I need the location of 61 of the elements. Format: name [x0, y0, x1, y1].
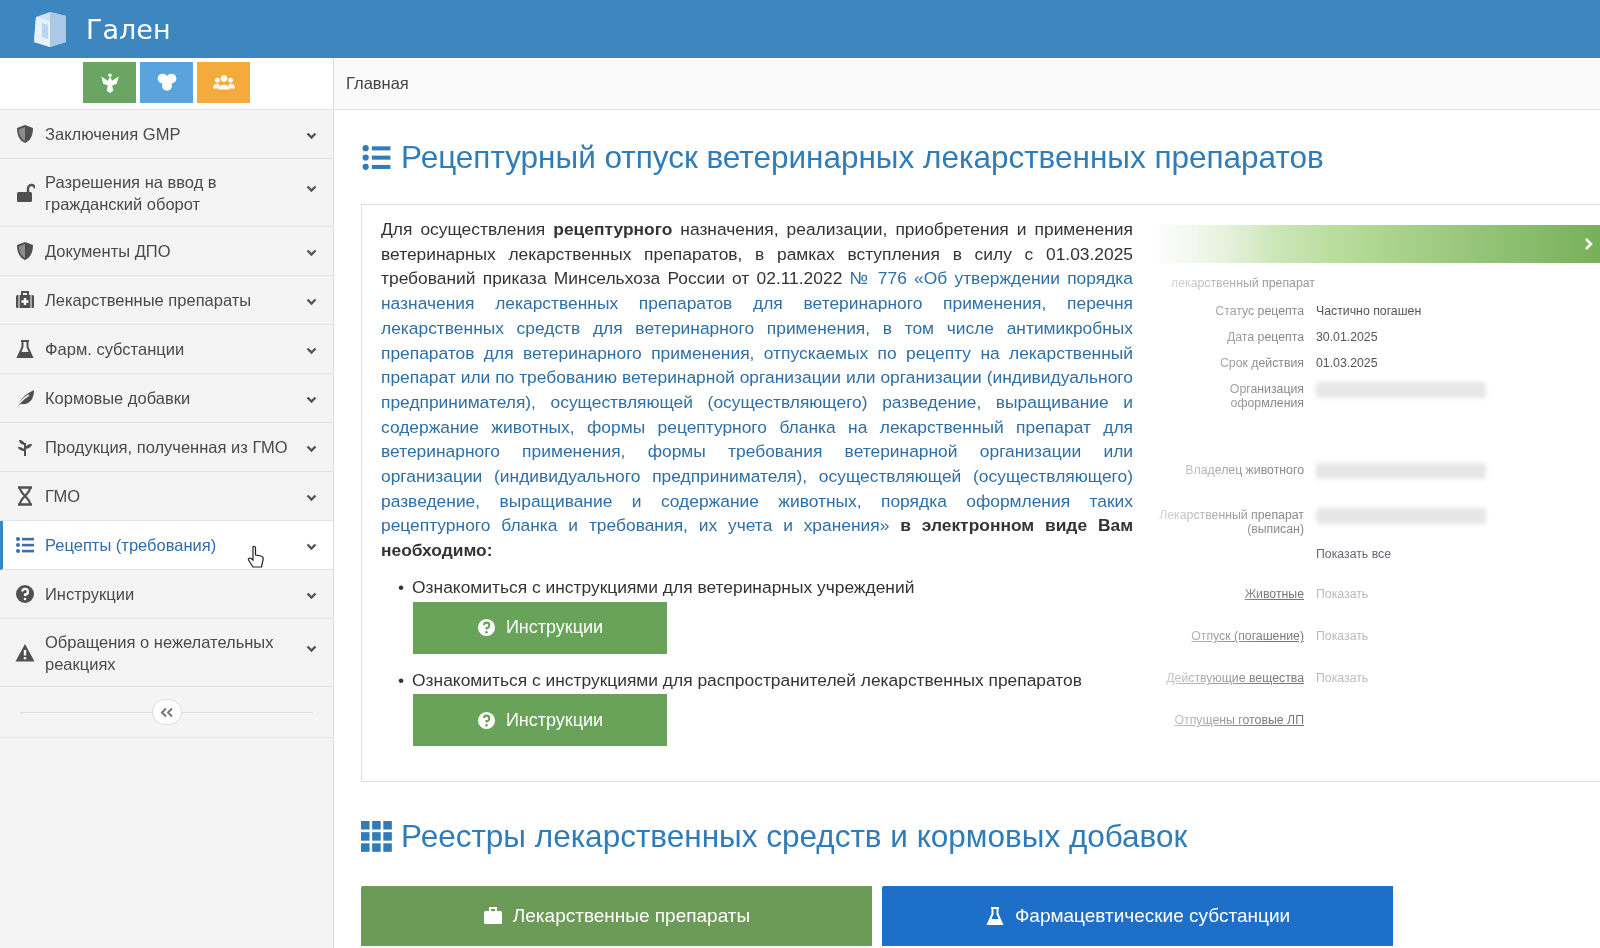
app-title: Гален [86, 13, 171, 45]
field-value: 01.03.2025 [1316, 356, 1379, 371]
shield-icon [15, 124, 35, 144]
warning-icon [15, 643, 35, 663]
registry-tile[interactable]: Лекарственные препараты [361, 886, 872, 946]
chevron-down-icon [306, 645, 317, 653]
chevron-down-icon [306, 591, 317, 600]
preview-heading: лекарственный препарат [1171, 276, 1316, 290]
section-title: Реестры лекарственных средств и кормовых добавок [401, 817, 1188, 855]
instructions-button[interactable]: Инструкции [413, 601, 667, 654]
section-link[interactable]: Животные [1159, 587, 1304, 601]
step-text: Ознакомиться с инструкциями для ветеринарных учреждений [412, 575, 915, 599]
collapse-sidebar-button[interactable] [151, 699, 182, 725]
help-icon [15, 584, 35, 604]
field-label: Владелец животного [1184, 463, 1304, 479]
instructions-button[interactable]: Инструкции [413, 694, 667, 747]
field-label: Статус рецепта [1214, 304, 1304, 319]
breadcrumb[interactable]: Главная [334, 58, 1600, 110]
show-all-link[interactable]: Показать все [1316, 547, 1600, 561]
field-label: Срок действия [1218, 356, 1304, 371]
field-label: Дата рецепта [1225, 330, 1304, 345]
double-chevron-left-icon [159, 706, 174, 718]
field-value: Частично погашен [1316, 304, 1423, 319]
chevron-right-icon [1584, 237, 1594, 251]
pointer-cursor-icon [247, 545, 265, 569]
section-title: Рецептурный отпуск ветеринарных лекарственных препаратов [401, 138, 1324, 176]
help-icon [476, 618, 496, 638]
bullet: • [398, 668, 405, 692]
quick-access-button[interactable] [83, 62, 136, 103]
help-icon [476, 710, 496, 730]
flask-icon [15, 339, 35, 359]
field-value: 30.01.2025 [1316, 330, 1379, 345]
field-label: Организация оформления [1228, 382, 1304, 412]
flask-icon [984, 906, 1005, 926]
bullet: • [398, 575, 405, 599]
leaf-icon [15, 388, 35, 408]
intro-paragraph: Для осуществления рецептурного назначения, реализации, приобретения и применения ветеринарных лекарственных препаратов, в рамках вступления в силу с 01.03.2025 требований приказа Минсельхоза России от 02.11.2022 № 776 «Об утверждении порядка назначения лекарственных препаратов для ветеринарного применения, перечня лекарственных средств для ветеринарного применения, в том числе антимикробных препаратов для ветеринарного применения, отпускаемых по рецепту на лекарственный препарат или по требованию ветеринарной организации или организации (индивидуального предпринимателя), осуществляющей (осуществляющего) разведение, выращивание и содержание животных, формы рецептурного бланка на лекарственный препарат для ветеринарного применения, формы требования ветеринарной организации или организации (индивидуального предпринимателя), осуществляющей (осуществляющего) разведение, выращивание и содержание животных, порядка оформления таких рецептурного бланка и требования, их учета и хранения» в электронном виде Вам необходимо: [381, 218, 1133, 563]
chevron-down-icon [306, 444, 317, 453]
chevron-down-icon [306, 346, 317, 355]
chevron-down-icon [306, 131, 317, 140]
chevron-down-icon [306, 542, 317, 551]
step-text: Ознакомиться с инструкциями для распространителей лекарственных препаратов [412, 668, 1082, 692]
list-icon [15, 535, 35, 555]
registry-tile[interactable]: Фармацевтические субстанции [882, 886, 1393, 946]
section-link[interactable]: Отпуск (погашение) [1159, 629, 1304, 643]
sidebar-item[interactable]: Рецепты (требования) [0, 521, 333, 570]
chevron-down-icon [306, 493, 317, 502]
clover-icon [155, 71, 178, 94]
section-link[interactable]: Отпущены готовые ЛП [1159, 713, 1304, 727]
chevron-down-icon [306, 185, 317, 193]
sprout-icon [15, 437, 35, 457]
field-label: Лекарственный препарат (выписан) [1159, 508, 1304, 536]
padlock-icon [15, 183, 35, 203]
chevron-down-icon [306, 395, 317, 404]
chevron-down-icon [306, 297, 317, 306]
shield-icon [15, 241, 35, 261]
grid-icon [361, 820, 392, 852]
chevron-down-icon [306, 248, 317, 257]
quick-access-button[interactable] [197, 62, 250, 103]
section-link[interactable]: Действующие вещества [1159, 671, 1304, 685]
quick-access-button[interactable] [140, 62, 193, 103]
